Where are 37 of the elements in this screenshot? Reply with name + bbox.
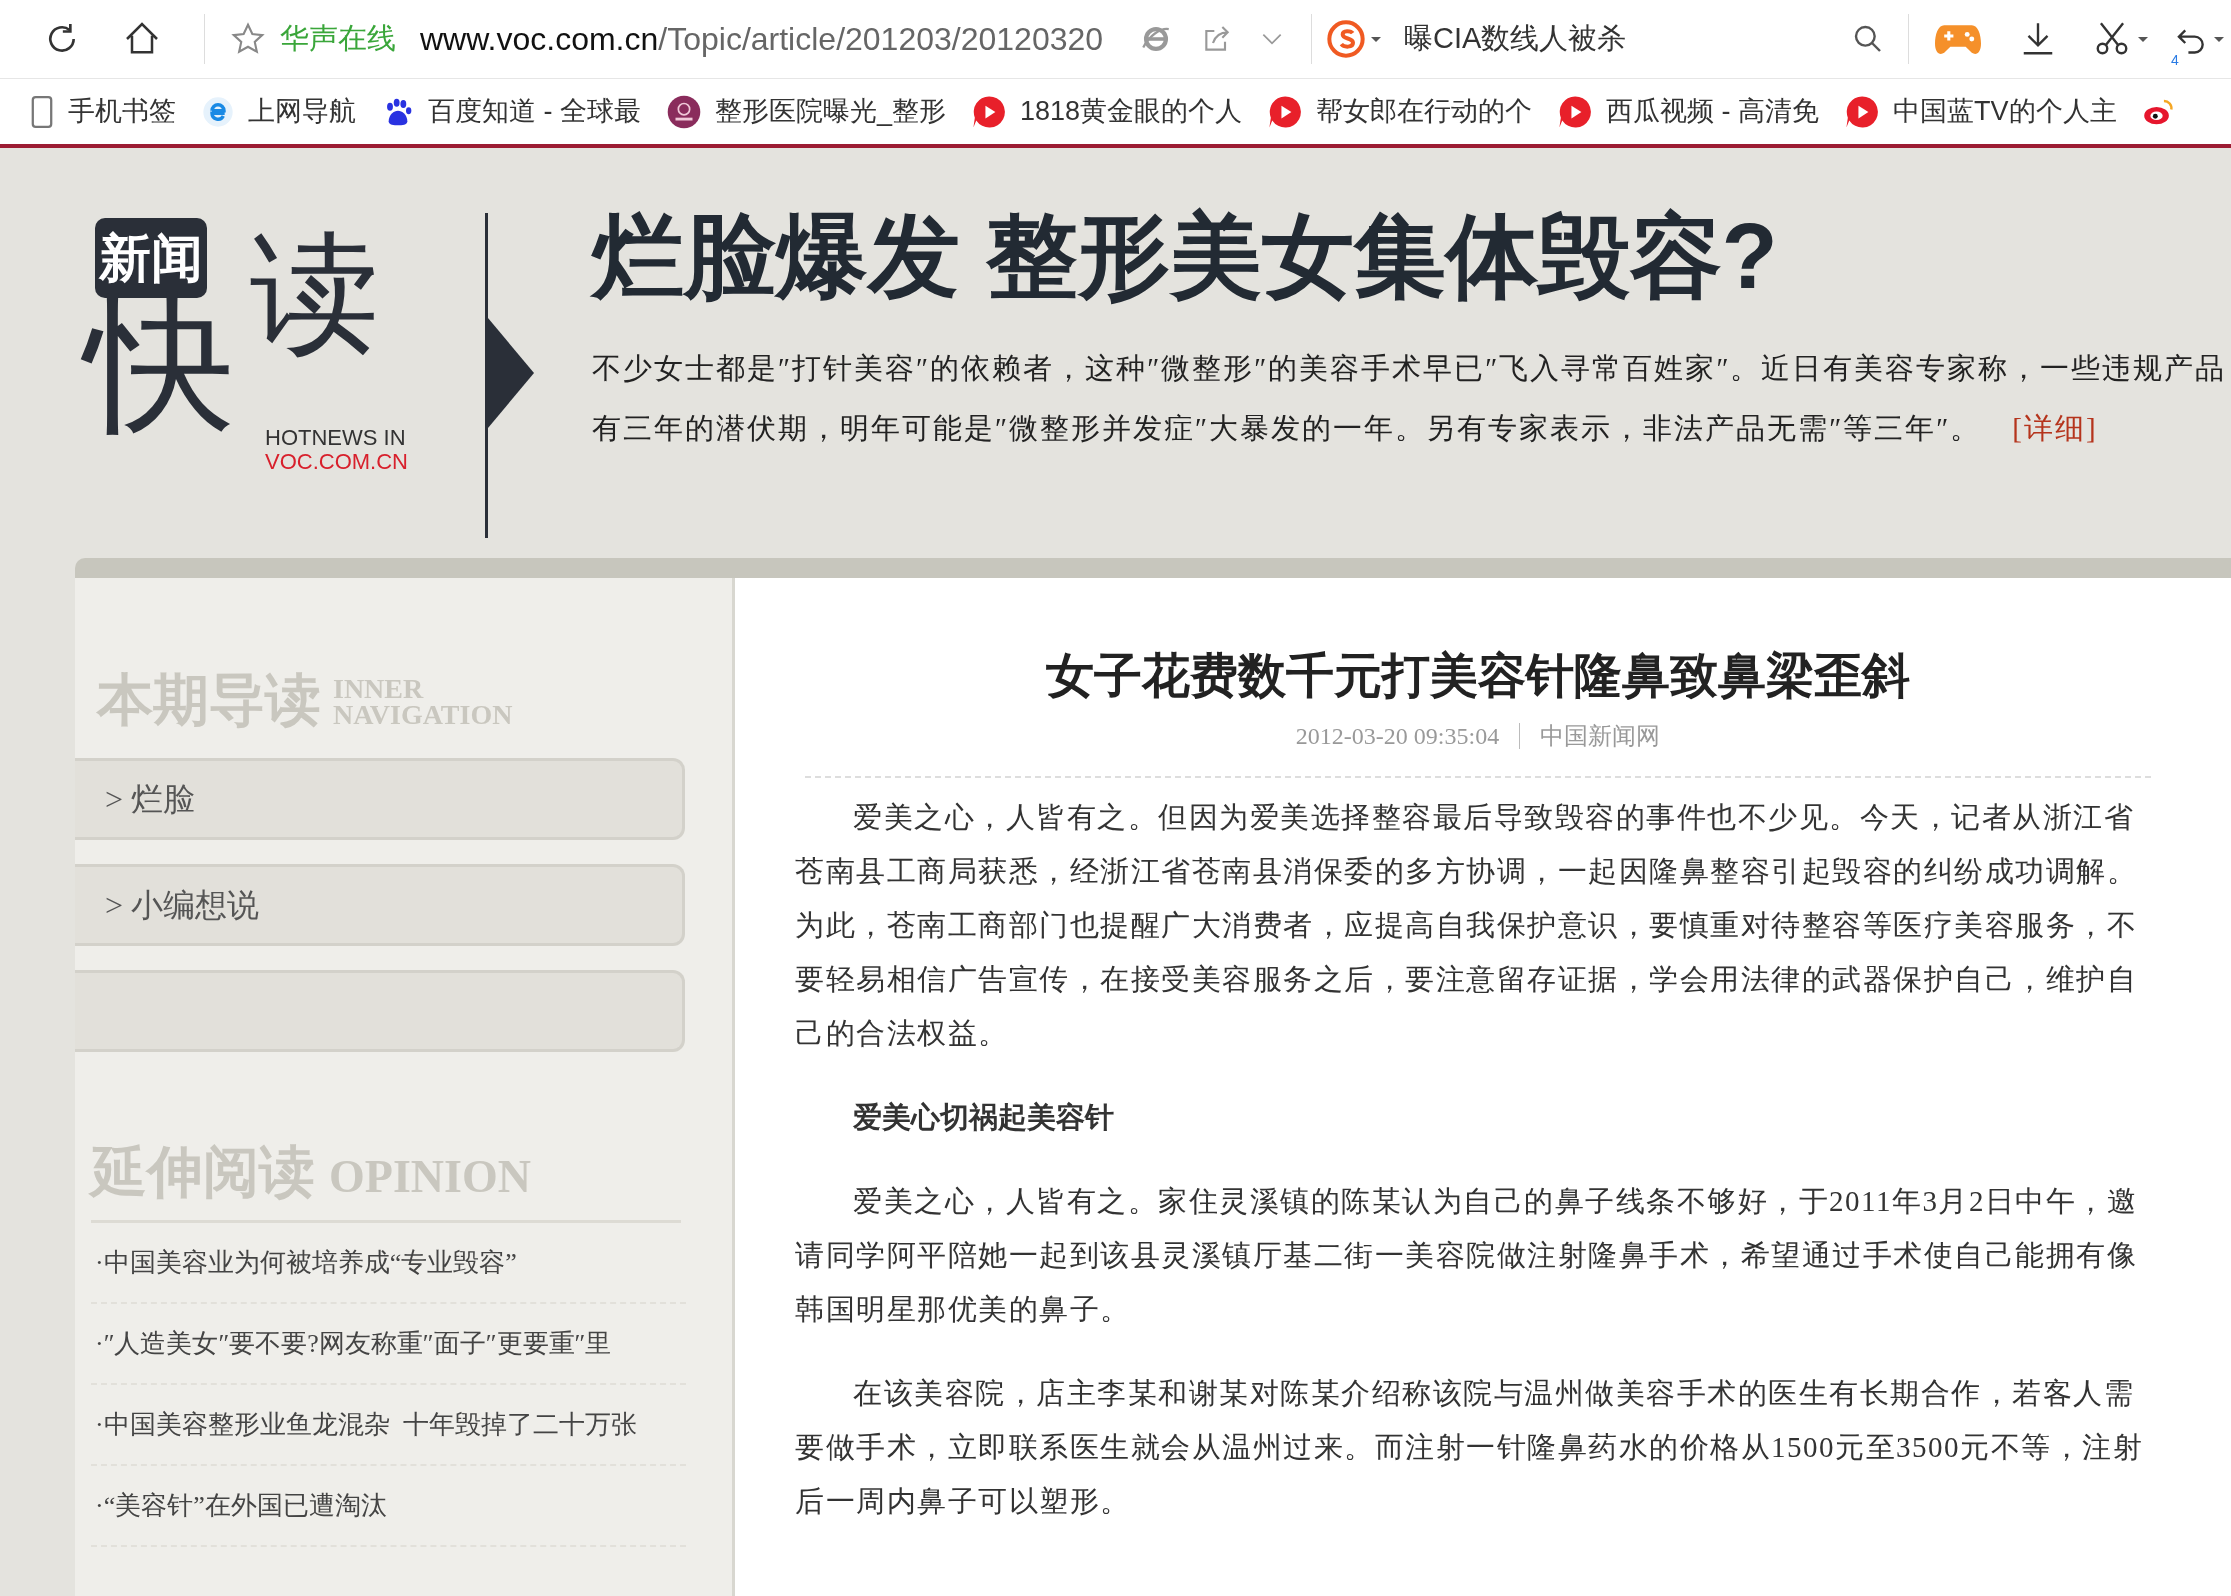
bookmark[interactable]: 整形医院曝光_整形 xyxy=(667,91,947,132)
publish-date: 2012-03-20 09:35:04 xyxy=(1295,722,1500,751)
nav-tab[interactable]: > 烂脸 xyxy=(75,758,685,840)
headline: 烂脸爆发 整形美女集体毁容? xyxy=(592,204,1779,309)
article-link[interactable]: ·中国美容整形业鱼龙混杂 十年毁掉了二十万张 xyxy=(95,1405,637,1444)
play-icon xyxy=(1558,94,1593,129)
source-label: 中国新闻网 xyxy=(1540,722,1661,751)
undo-button[interactable]: 4 xyxy=(2171,24,2209,68)
play-icon xyxy=(1268,94,1303,129)
bookmark[interactable]: 手机书签 xyxy=(30,91,176,132)
bookmark[interactable]: 1818黄金眼的个人 xyxy=(972,91,1243,132)
flower-badge-icon xyxy=(667,94,701,129)
e-logo-icon xyxy=(202,95,234,128)
search-engine-logo-icon[interactable] xyxy=(1326,19,1367,59)
site-name: 华声在线 xyxy=(280,21,396,57)
search-field[interactable]: 曝CIA数线人被杀 xyxy=(1404,17,1627,61)
summary-text: 不少女士都是″打针美容″的依赖者，这种″微整形″的美容手术早已″飞入寻常百姓家″。近日有美容专家称，一些违规产品有三年的潜伏期，明年可能是″微整形并发症″大暴发的一年。另有专家表示，非法产品无需″等三年″。 [详细] xyxy=(592,351,2228,446)
article-link[interactable]: ·″人造美女″要不要?网友称重″面子″更要重″里 xyxy=(95,1324,612,1363)
paragraph: 爱美之心，人皆有之。但因为爱美选择整容最后导致毁容的事件也不少见。今天，记者从浙江省苍南县工商局获悉，经浙江省苍南县消保委的多方协调，一起因隆鼻整容引起毁容的纠纷成功调解。为此，苍南工商部门也提醒广大消费者，应提高自我保护意识，要慎重对待整容等医疗美容服务，不要轻易相信广告宣传，在接受美容服务之后，要注意留存证据，学会用法律的武器保护自己，维护自己的合法权益。 xyxy=(795,800,2138,1051)
article-link[interactable]: ·“美容针”在外国已遭淘汰 xyxy=(95,1486,387,1525)
nav-tab[interactable]: > 小编想说 xyxy=(75,864,685,946)
bookmark[interactable]: 帮女郎在行动的个 xyxy=(1268,91,1533,132)
play-icon xyxy=(972,94,1007,129)
article-link[interactable]: ·中国美容业为何被培养成“专业毁容” xyxy=(95,1243,517,1282)
play-icon xyxy=(1845,94,1880,129)
paragraph: 爱美之心，人皆有之。家住灵溪镇的陈某认为自己的鼻子线条不够好，于2011年3月2日中午，邀请同学阿平陪她一起到该县灵溪镇厅基二街一美容院做注射隆鼻手术，希望通过手术使自己能拥有像韩国明星那优美的鼻子。 xyxy=(795,1184,2139,1327)
subheading: 爱美心切祸起美容针 xyxy=(852,1100,1115,1135)
details-link[interactable]: [详细] xyxy=(2012,412,2098,444)
article-title: 女子花费数千元打美容针隆鼻致鼻梁歪斜 xyxy=(1045,648,1911,704)
bookmark[interactable]: 百度知道 - 全球最 xyxy=(382,91,641,132)
address-field[interactable]: www.voc.com.cn/Topic/article/201203/20120320 xyxy=(420,15,1104,63)
paragraph: 在该美容院，店主李某和谢某对陈某介绍称该院与温州做美容手术的医生有长期合作，若客人需要做手术，立即联系医生就会从温州过来。而注射一针隆鼻药水的价格从1500元至3500元不等，注射后一周内鼻子可以塑形。 xyxy=(795,1376,2144,1519)
phone-icon xyxy=(30,94,54,129)
bookmark[interactable]: 西瓜视频 - 高清免 xyxy=(1558,91,1820,132)
bookmark[interactable]: 上网导航 xyxy=(202,91,356,132)
bookmark[interactable]: 中国蓝TV的个人主 xyxy=(1845,91,2117,132)
count-label: 4 xyxy=(2171,52,2179,68)
